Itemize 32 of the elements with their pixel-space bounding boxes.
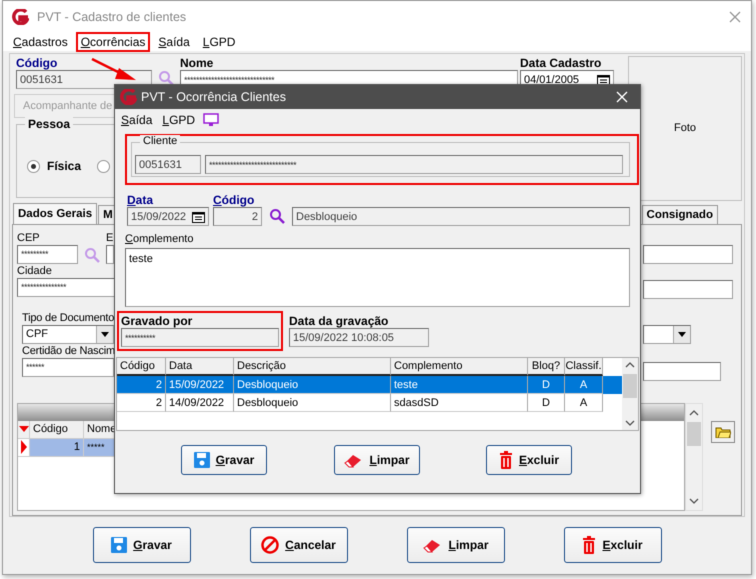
field-label: Data Cadastro (520, 56, 602, 70)
group-label: Cliente (140, 135, 180, 147)
table-cell: teste (391, 376, 528, 394)
field-label: CEP (17, 230, 41, 245)
table-cell: A (565, 376, 603, 394)
field-label: Cidade (17, 264, 53, 278)
field-label: Código (16, 56, 58, 70)
field-label: Complemento (125, 232, 194, 246)
table-cell: sdasdSD (391, 394, 528, 412)
table-cell: 2 (117, 376, 166, 394)
photo-label: Foto (674, 122, 696, 134)
field-label: E (106, 230, 114, 245)
table-cell: D (528, 376, 565, 394)
field-label: Tipo de Documento (22, 310, 116, 325)
field-label: Código (213, 193, 256, 207)
field-label: Data (127, 193, 154, 207)
field-label: Certidão de Nascim (22, 344, 116, 358)
dialog-title: PVT - Ocorrência Clientes (141, 90, 287, 104)
table-cell: 1 (30, 438, 84, 457)
table-cell: A (565, 394, 603, 412)
field-label: Nome (180, 56, 214, 70)
table-cell: Desbloqueio (234, 394, 391, 412)
window-title: PVT - Cadastro de clientes (37, 10, 188, 24)
table-cell: 14/09/2022 (166, 394, 234, 412)
field-label: Gravado por (121, 314, 194, 328)
field-label: Data da gravação (289, 314, 390, 328)
table-cell: Desbloqueio (234, 376, 391, 394)
table-cell: 15/09/2022 (166, 376, 234, 394)
group-label: Pessoa (25, 117, 74, 131)
table-cell: 2 (117, 394, 166, 412)
table-cell: D (528, 394, 565, 412)
radio-label: Física (47, 159, 82, 173)
